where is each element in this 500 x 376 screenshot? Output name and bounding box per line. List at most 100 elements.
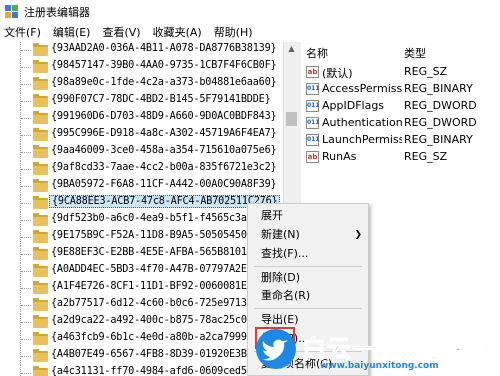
watermark: 白云一键重装系统 www.baiyunxitong.com <box>250 325 500 376</box>
value-name: (默认) <box>322 67 353 80</box>
menu-edit[interactable]: 编辑(E) <box>47 24 97 42</box>
binary-value-icon: 011 <box>306 83 320 95</box>
tree-item[interactable]: {991960D6-D703-48D9-A660-9D0AC0BDF843} <box>0 110 283 127</box>
tree-item[interactable]: {9aa46009-3ce0-458a-a354-715610a075e6} <box>0 144 283 161</box>
value-type: REG_SZ <box>404 150 448 163</box>
value-row[interactable]: ab RunAs REG_SZ <box>301 149 500 166</box>
folder-icon <box>33 298 48 311</box>
tree-item-label: {A0ADD4EC-5BD3-4f70-A47B-07797A2E5C5D} <box>51 264 277 275</box>
tree-item[interactable]: {A4B07E49-6567-4FB8-8D39-01920E3B2357} <box>0 348 283 365</box>
folder-icon <box>33 145 48 158</box>
menu-item-find[interactable]: 查找(F)... <box>248 244 368 264</box>
tree-item-label: {A1F4E726-8CF1-11D1-BF92-0060081ED811} <box>51 281 277 292</box>
folder-icon <box>33 264 48 277</box>
scrollbar-thumb[interactable] <box>286 112 297 126</box>
menu-view[interactable]: 查看(V) <box>96 24 146 42</box>
menu-item-new[interactable]: 新建(N) ❯ <box>248 225 368 245</box>
tree-item[interactable]: {9E88EF3C-E2BB-4E5E-AFBA-565B8101BBB6} <box>0 246 283 263</box>
folder-icon <box>33 315 48 328</box>
menu-favorites[interactable]: 收藏夹(A) <box>147 24 208 42</box>
tree-item[interactable]: {98a89e0c-1fde-4c2a-a373-b04881e6aa60} <box>0 76 283 93</box>
window-title: 注册表编辑器 <box>24 6 90 19</box>
value-row[interactable]: 011 AuthenticationLevel REG_DWORD <box>301 115 500 132</box>
tree-item[interactable]: {98457147-39B0-4AA0-9735-1CB7F4F6CB0F} <box>0 59 283 76</box>
tree-item-label: {98a89e0c-1fde-4c2a-a373-b04881e6aa60} <box>51 77 277 88</box>
tree-item-label: {9af8cd33-7aae-4cc2-b00a-835f6721e3c2} <box>51 162 277 173</box>
value-name: AccessPermission <box>322 82 402 95</box>
folder-icon <box>33 77 48 90</box>
string-value-icon: ab <box>306 151 319 163</box>
folder-icon <box>33 43 48 56</box>
title-bar: 注册表编辑器 <box>0 0 500 24</box>
value-name: RunAs <box>322 150 357 163</box>
tree-item-label: {a463fcb9-6b1c-4e0d-a80b-a2ca79999e8b} <box>51 332 277 343</box>
tree-item-label: {a2b77517-6d12-4c60-b0c6-725e9713b2c3} <box>51 298 277 309</box>
menu-item-expand[interactable]: 展开 <box>248 206 368 226</box>
column-header-type[interactable]: 类型 <box>404 45 426 61</box>
folder-icon <box>33 196 48 209</box>
value-row[interactable]: 011 AccessPermission REG_BINARY <box>301 81 500 98</box>
tree-item-selected[interactable]: {9CA88EE3-ACB7-47c8-AFC4-AB702511C276} <box>0 195 283 212</box>
folder-icon <box>33 230 48 243</box>
bird-logo-icon <box>256 329 296 369</box>
tree-item-label: {a4c31131-ff70-4984-afd6-0609ced53ad6} <box>51 366 277 376</box>
menu-item-new-label: 新建(N) <box>261 228 300 241</box>
tree-item-label: {991960D6-D703-48D9-A660-9D0AC0BDF843} <box>51 111 277 122</box>
menu-file[interactable]: 文件(F) <box>0 24 47 42</box>
tree-item-label: {995C996E-D918-4a8c-A302-45719A6F4EA7} <box>51 128 277 139</box>
tree-item[interactable]: {9BA05972-F6A8-11CF-A442-00A0C90A8F39} <box>0 178 283 195</box>
menu-item-rename[interactable]: 重命名(R) <box>248 286 368 306</box>
menu-separator <box>254 266 362 267</box>
tree-item[interactable]: {995C996E-D918-4a8c-A302-45719A6F4EA7} <box>0 127 283 144</box>
tree-item-label: {9E175B9C-F52A-11D8-B9A5-505054503030} <box>51 230 277 241</box>
folder-icon <box>33 349 48 362</box>
tree-item-label: {A4B07E49-6567-4FB8-8D39-01920E3B2357} <box>51 349 277 360</box>
tree-item-label: {9CA88EE3-ACB7-47c8-AFC4-AB702511C276} <box>49 195 281 208</box>
string-value-icon: ab <box>306 66 319 78</box>
menu-bar: 文件(F) 编辑(E) 查看(V) 收藏夹(A) 帮助(H) <box>0 24 500 42</box>
tree-item[interactable]: {9df523b0-a6c0-4ea9-b5f1-f4565c3ac8b8} <box>0 212 283 229</box>
tree-item-label: {990F07C7-78DC-4BD2-B145-5F79141BDDE} <box>51 94 271 105</box>
key-tree[interactable]: {93AAD2A0-036A-4B11-A078-DA8776B38139} {… <box>0 42 283 376</box>
tree-item[interactable]: {a2d9ca22-a492-400c-b875-78ac25c097e1} <box>0 314 283 331</box>
tree-item[interactable]: {A1F4E726-8CF1-11D1-BF92-0060081ED811} <box>0 280 283 297</box>
tree-item[interactable]: {93AAD2A0-036A-4B11-A078-DA8776B38139} <box>0 42 283 59</box>
folder-icon <box>33 332 48 345</box>
value-type: REG_SZ <box>404 65 448 78</box>
folder-icon <box>33 60 48 73</box>
tree-item[interactable]: {a463fcb9-6b1c-4e0d-a80b-a2ca79999e8b} <box>0 331 283 348</box>
tree-item[interactable]: {A0ADD4EC-5BD3-4f70-A47B-07797A2E5C5D} <box>0 263 283 280</box>
tree-item-label: {9BA05972-F6A8-11CF-A442-00A0C90A8F39} <box>51 179 277 190</box>
tree-item-label: {93AAD2A0-036A-4B11-A078-DA8776B38139} <box>51 43 277 54</box>
tree-item[interactable]: {9af8cd33-7aae-4cc2-b00a-835f6721e3c2} <box>0 161 283 178</box>
scroll-up-arrow-icon[interactable]: ▲ <box>284 42 299 56</box>
tree-item[interactable]: {990F07C7-78DC-4BD2-B145-5F79141BDDE} <box>0 93 283 110</box>
tree-item[interactable]: {a4c31131-ff70-4984-afd6-0609ced53ad6} <box>0 365 283 376</box>
folder-icon <box>33 128 48 141</box>
value-type: REG_DWORD <box>404 99 477 112</box>
value-name: AuthenticationLevel <box>322 116 402 129</box>
folder-icon <box>33 179 48 192</box>
list-header: 名称 类型 <box>301 42 500 60</box>
registry-editor-icon <box>5 5 19 19</box>
tree-item-label: {9aa46009-3ce0-458a-a354-715610a075e6} <box>51 145 277 156</box>
folder-icon <box>33 366 48 376</box>
folder-icon <box>33 281 48 294</box>
tree-item[interactable]: {a2b77517-6d12-4c60-b0c6-725e9713b2c3} <box>0 297 283 314</box>
watermark-text: 白云一键重装系统 <box>302 335 500 364</box>
binary-value-icon: 011 <box>306 117 320 129</box>
binary-value-icon: 011 <box>306 100 320 112</box>
tree-item[interactable]: {9E175B9C-F52A-11D8-B9A5-505054503030} <box>0 229 283 246</box>
submenu-arrow-icon: ❯ <box>354 230 362 240</box>
folder-icon <box>33 213 48 226</box>
value-row[interactable]: ab (默认) REG_SZ <box>301 64 500 81</box>
menu-help[interactable]: 帮助(H) <box>208 24 259 42</box>
folder-icon <box>33 94 48 107</box>
value-row[interactable]: 011 LaunchPermission REG_BINARY <box>301 132 500 149</box>
column-header-name[interactable]: 名称 <box>306 45 328 61</box>
binary-value-icon: 011 <box>306 134 320 146</box>
folder-icon <box>33 111 48 124</box>
menu-item-delete[interactable]: 删除(D) <box>248 268 368 288</box>
value-row[interactable]: 011 AppIDFlags REG_DWORD <box>301 98 500 115</box>
tree-item-label: {98457147-39B0-4AA0-9735-1CB7F4F6CB0F} <box>51 60 277 71</box>
